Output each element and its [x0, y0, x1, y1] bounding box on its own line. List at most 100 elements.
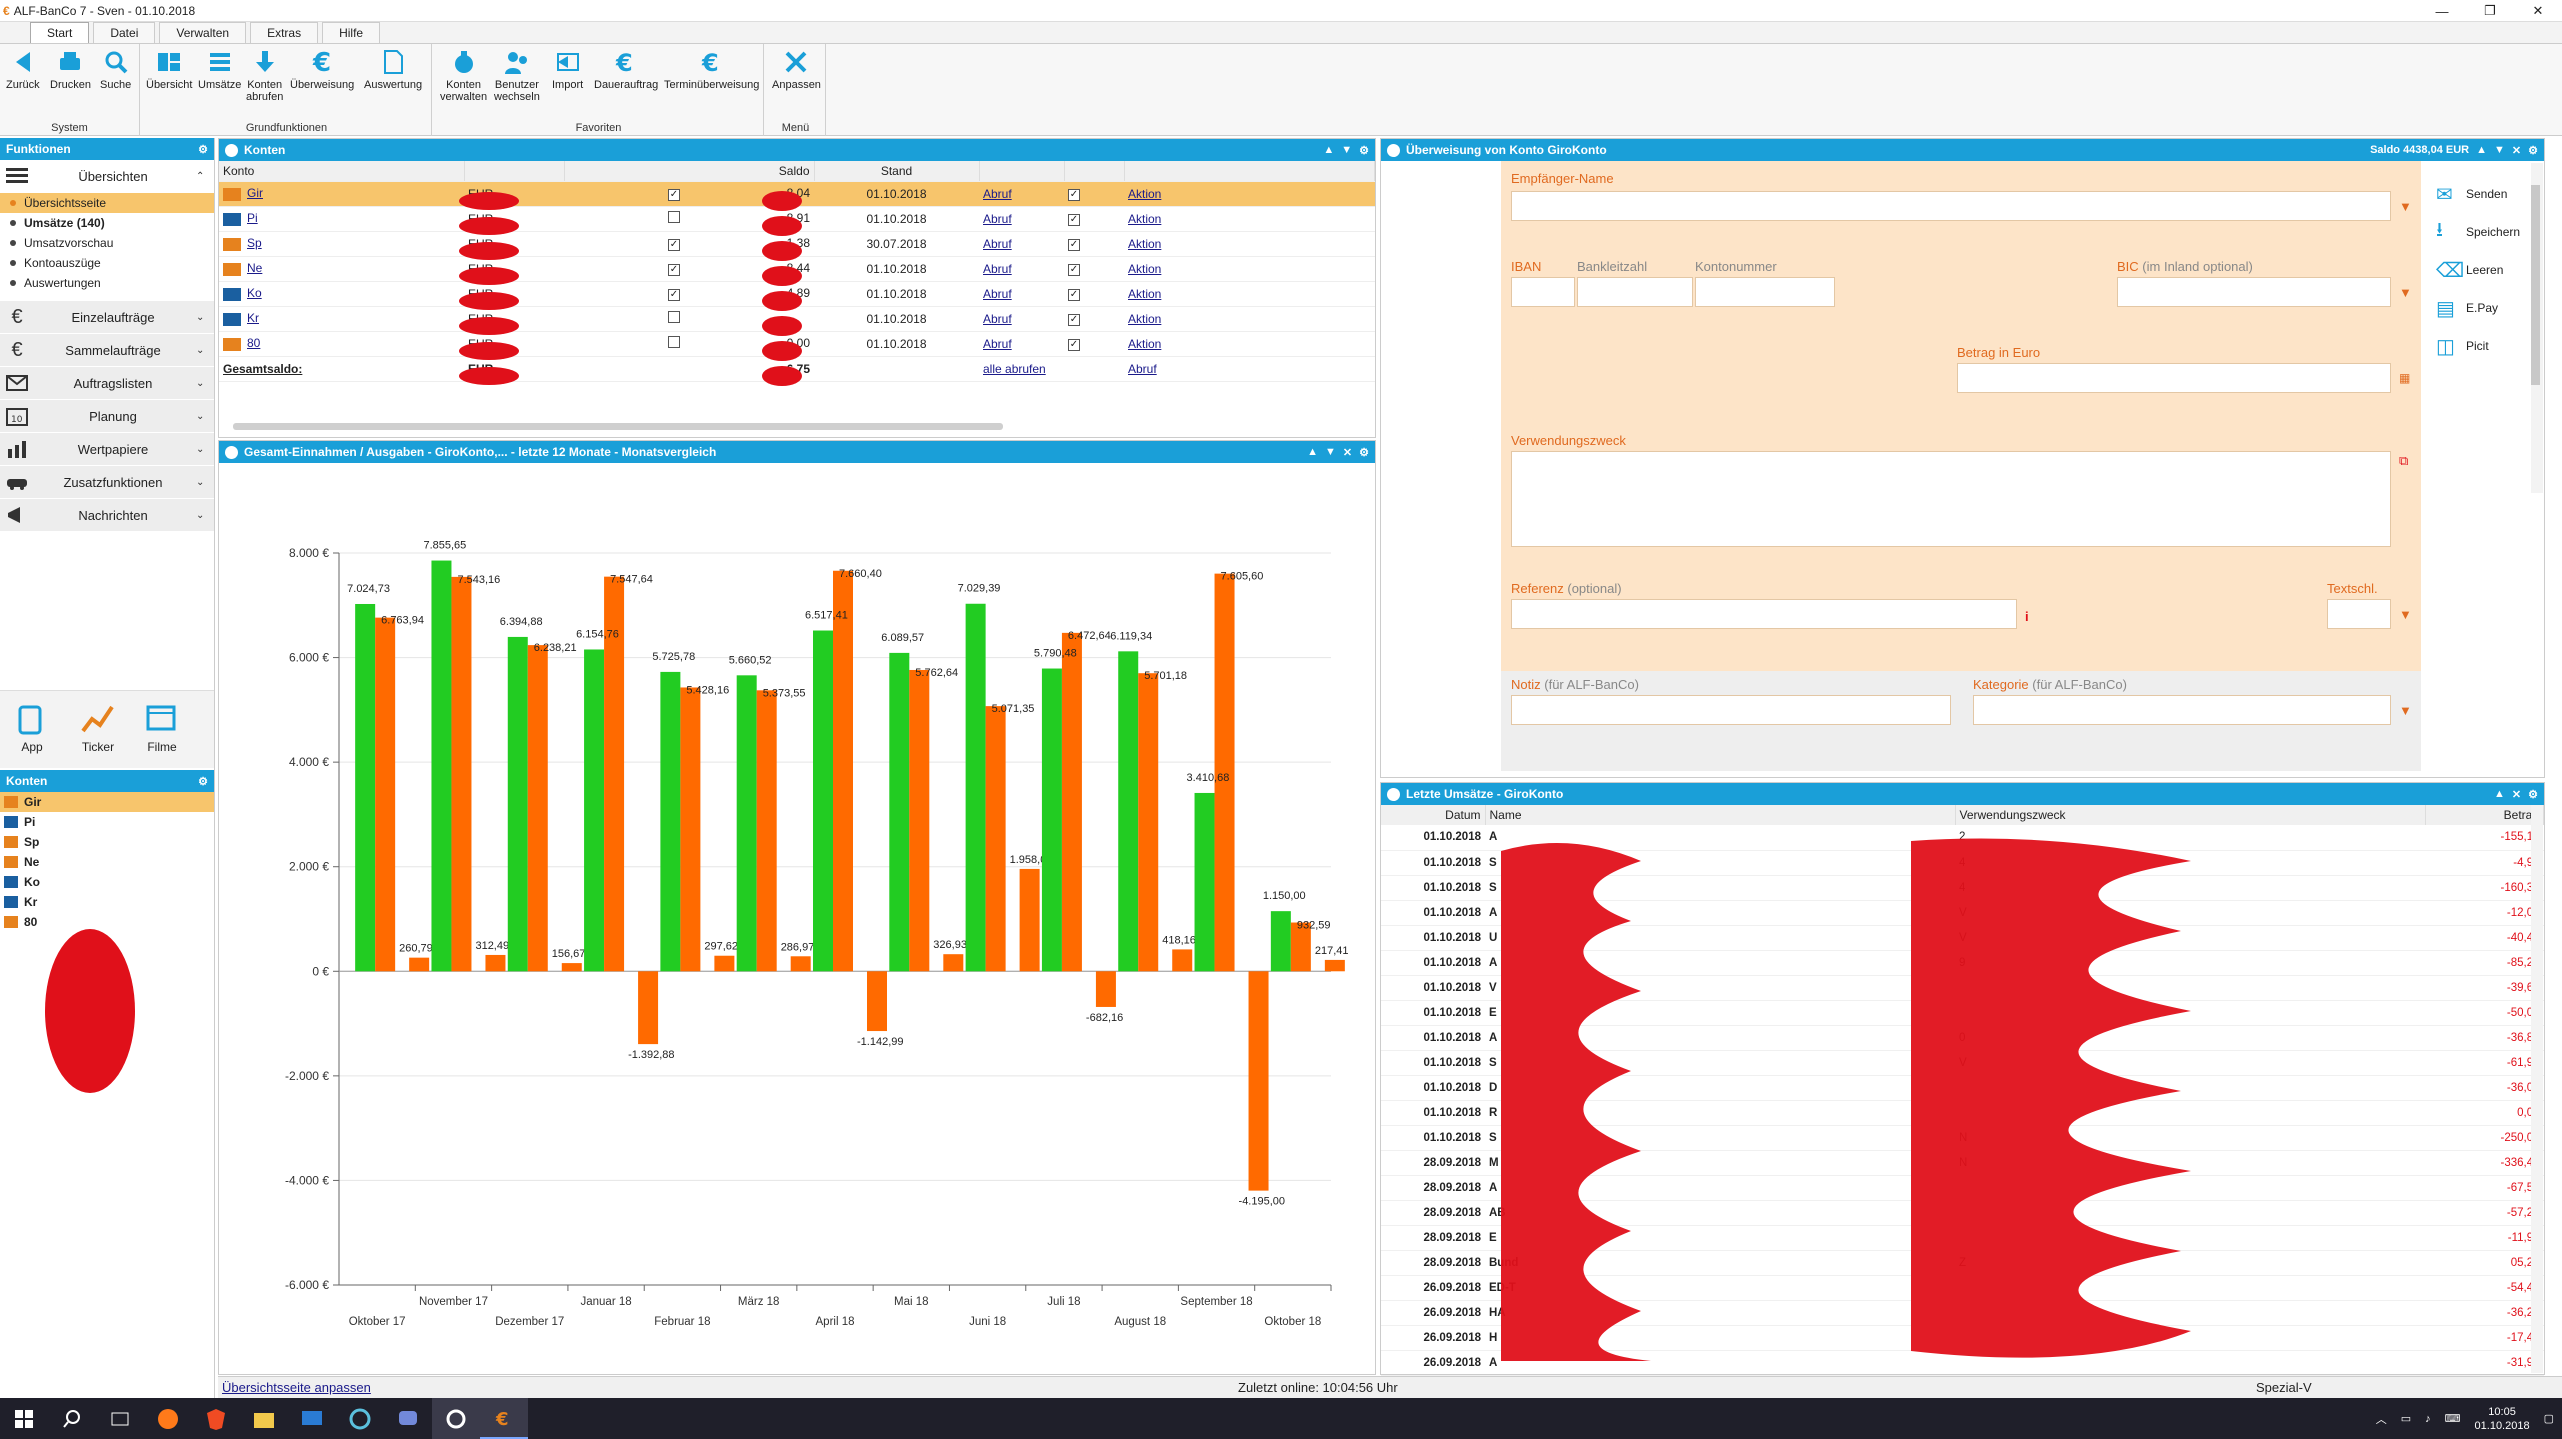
textschluessel-input[interactable] [2327, 599, 2391, 629]
search-button[interactable]: Suche [100, 48, 131, 91]
app-taskbar-2[interactable] [336, 1398, 384, 1439]
col-name[interactable]: Name [1485, 805, 1956, 825]
nav-item-umsatzvorschau[interactable]: Umsatzvorschau [0, 233, 214, 253]
abruf-link[interactable]: Abruf [979, 331, 1064, 357]
dropdown-icon[interactable]: ▼ [2399, 703, 2412, 718]
col-check[interactable] [1064, 161, 1125, 182]
settings-icon[interactable]: ⚙ [2528, 788, 2538, 801]
abruf-link[interactable]: Abruf [979, 206, 1064, 232]
umsatz-row[interactable]: 26.09.2018 HA -36,24 [1381, 1300, 2544, 1326]
checkbox-cell[interactable] [564, 306, 814, 332]
checkbox-cell[interactable]: ✓ [1064, 231, 1124, 257]
abruf-link[interactable]: Abruf [1124, 356, 1375, 382]
arrow-down-icon[interactable]: ▼ [2494, 144, 2505, 157]
bic-input[interactable] [2117, 277, 2391, 307]
arrow-down-icon[interactable]: ▼ [1325, 446, 1336, 459]
settings-icon[interactable]: ⚙ [198, 775, 208, 788]
settings-icon[interactable]: ⚙ [198, 143, 208, 156]
konto-name-cell[interactable]: Ko [219, 281, 464, 307]
konto-left-item[interactable]: Kr [0, 892, 214, 912]
search-taskbar-button[interactable] [48, 1398, 96, 1439]
referenz-input[interactable] [1511, 599, 2017, 629]
umsatz-row[interactable]: 01.10.2018 A 9 -85,29 [1381, 950, 2544, 976]
tab-hilfe[interactable]: Hilfe [322, 22, 381, 43]
settings-icon[interactable]: ⚙ [1359, 446, 1369, 459]
tray-chevron-icon[interactable]: ︿ [2376, 1411, 2387, 1427]
close-icon[interactable]: ✕ [1343, 446, 1352, 459]
checkbox-cell[interactable]: 0,00 [564, 331, 814, 357]
epay-button[interactable]: ▤ E.Pay [2436, 289, 2526, 327]
empfaenger-input[interactable] [1511, 191, 2391, 221]
nav-group-einzelauftraege[interactable]: € Einzelaufträge ⌄ [0, 301, 214, 334]
blz-input[interactable] [1577, 277, 1693, 307]
tab-datei[interactable]: Datei [93, 22, 156, 43]
windows-start-button[interactable] [0, 1398, 48, 1439]
checkbox-cell[interactable]: ✓ [1064, 281, 1124, 307]
leeren-button[interactable]: ⌫ Leeren [2436, 251, 2526, 289]
kategorie-input[interactable] [1973, 695, 2391, 725]
konto-name-cell[interactable]: Gir [219, 181, 464, 207]
col-datum[interactable]: Datum [1381, 805, 1486, 825]
close-icon[interactable]: ✕ [2512, 144, 2521, 157]
nav-group-wertpapiere[interactable]: Wertpapiere ⌄ [0, 433, 214, 466]
umsatz-row[interactable]: 01.10.2018 D -36,00 [1381, 1075, 2544, 1101]
nav-item-umsaetze[interactable]: Umsätze (140) [0, 213, 214, 233]
col-aktion[interactable] [1124, 161, 1375, 182]
konto-row[interactable]: Ko EUR ✓ 4,89 01.10.2018 Abruf ✓ Aktion [219, 281, 1375, 307]
col-betrag[interactable]: Betrag [2425, 805, 2544, 825]
aktion-link[interactable]: Aktion [1124, 306, 1375, 332]
konto-row[interactable]: Pi EUR 8,91 01.10.2018 Abruf ✓ Aktion [219, 206, 1375, 232]
umsatz-row[interactable]: 28.09.2018 Bund Z 05,27 [1381, 1250, 2544, 1276]
umsatz-row[interactable]: 01.10.2018 S 4 -160,30 [1381, 875, 2544, 901]
abruf-link[interactable]: Abruf [979, 231, 1064, 257]
umsatz-row[interactable]: 01.10.2018 E -50,00 [1381, 1000, 2544, 1026]
konto-row[interactable]: Sp EUR ✓ 1,38 30.07.2018 Abruf ✓ Aktion [219, 231, 1375, 257]
konto-row[interactable]: Kr EUR 01.10.2018 Abruf ✓ Aktion [219, 306, 1375, 332]
aktion-link[interactable]: Aktion [1124, 206, 1375, 232]
settings-icon[interactable]: ⚙ [2528, 144, 2538, 157]
nav-group-uebersichten[interactable]: Übersichten ⌃ [0, 160, 214, 193]
col-eur[interactable] [464, 161, 565, 182]
col-verwendungszweck[interactable]: Verwendungszweck [1955, 805, 2426, 825]
umsatz-row[interactable]: 28.09.2018 A -67,52 [1381, 1175, 2544, 1201]
vertical-scrollbar[interactable] [2531, 805, 2543, 1373]
konto-name-cell[interactable]: 80 [219, 331, 464, 357]
speichern-button[interactable]: ⭳ Speichern [2436, 213, 2526, 251]
network-icon[interactable]: ▭ [2401, 1412, 2411, 1425]
konten-verwalten-button[interactable]: Konten verwalten [440, 48, 487, 103]
aktion-link[interactable]: Aktion [1124, 256, 1375, 282]
konto-left-item[interactable]: Pi [0, 812, 214, 832]
app-taskbar-3[interactable] [384, 1398, 432, 1439]
konto-row[interactable]: Ne EUR ✓ 8,44 01.10.2018 Abruf ✓ Aktion [219, 256, 1375, 282]
uebersicht-anpassen-link[interactable]: Übersichtsseite anpassen [222, 1380, 371, 1395]
print-button[interactable]: Drucken [50, 48, 91, 91]
kontonummer-input[interactable] [1695, 277, 1835, 307]
konto-left-item[interactable]: Gir [0, 792, 214, 812]
dropdown-icon[interactable]: ▼ [2399, 199, 2412, 214]
umsatz-row[interactable]: 26.09.2018 A -31,99 [1381, 1350, 2544, 1376]
notification-icon[interactable]: ▢ [2544, 1412, 2554, 1425]
firefox-taskbar[interactable] [144, 1398, 192, 1439]
umsatz-row[interactable]: 01.10.2018 A 0 -36,85 [1381, 1025, 2544, 1051]
ueberweisung-button[interactable]: € Überweisung [290, 48, 354, 91]
picit-button[interactable]: ◫ Picit [2436, 327, 2526, 365]
umsatz-row[interactable]: 01.10.2018 A 2 -155,17 [1381, 825, 2544, 851]
col-konto[interactable]: Konto [219, 161, 465, 182]
tab-extras[interactable]: Extras [250, 22, 319, 43]
col-abruf[interactable] [979, 161, 1065, 182]
arrow-up-icon[interactable]: ▲ [2476, 144, 2487, 157]
import-button[interactable]: Import [552, 48, 583, 91]
close-icon[interactable]: ✕ [2512, 788, 2521, 801]
terminueberweisung-button[interactable]: € Terminüberweisung [664, 48, 759, 91]
vertical-scrollbar[interactable] [2531, 163, 2543, 493]
edit-icon[interactable]: ⧉ [2399, 453, 2408, 469]
nav-group-zusatzfunktionen[interactable]: Zusatzfunktionen ⌄ [0, 466, 214, 499]
arrow-down-icon[interactable]: ▼ [1341, 144, 1352, 157]
dauerauftrag-button[interactable]: € Dauerauftrag [594, 48, 658, 91]
abruf-link[interactable]: Abruf [979, 181, 1064, 207]
umsatz-row[interactable]: 28.09.2018 AB -57,23 [1381, 1200, 2544, 1226]
arrow-up-icon[interactable]: ▲ [1307, 446, 1318, 459]
verwendungszweck-input[interactable] [1511, 451, 2391, 547]
umsatz-row[interactable]: 26.09.2018 H -17,49 [1381, 1325, 2544, 1351]
maximize-button[interactable]: ❐ [2466, 0, 2514, 22]
